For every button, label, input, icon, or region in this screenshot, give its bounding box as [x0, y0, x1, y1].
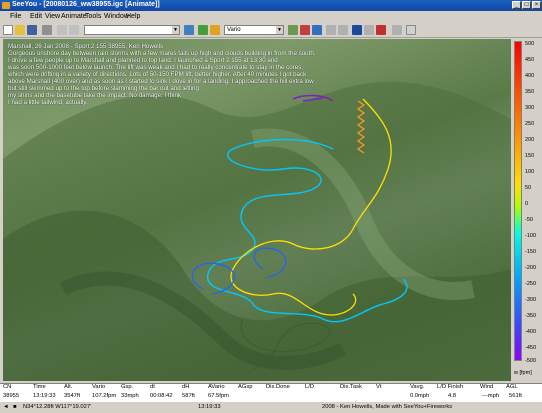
vario-select[interactable]: Vario ▼: [224, 25, 284, 35]
col-header: Vavg.: [410, 384, 425, 390]
col-header: Wind: [480, 384, 494, 390]
cell-wind: ---mph: [482, 393, 500, 399]
fast-forward-icon[interactable]: [392, 25, 402, 35]
copy-icon[interactable]: [69, 25, 79, 35]
cell-alt: 3547ft: [64, 393, 81, 399]
credit-text: 2008 - Ken Howells, Made with SeeYou+Fir…: [322, 404, 453, 410]
col-header: Time: [33, 384, 46, 390]
scale-tick: -200: [525, 265, 537, 271]
print-icon[interactable]: [42, 25, 52, 35]
scale-tick: 450: [525, 57, 535, 63]
scale-tick: -300: [525, 297, 537, 303]
title-bar: SeeYou - [20080126_ww38955.igc [Animate]…: [0, 0, 542, 11]
scale-tick: -400: [525, 329, 537, 335]
coordinates: N34°12.28ft W117°19.027': [23, 404, 92, 410]
minimize-button[interactable]: _: [512, 1, 521, 9]
save-icon[interactable]: [27, 25, 37, 35]
zoom-icon[interactable]: [184, 25, 194, 35]
cell-vavg: 0.0mph: [410, 393, 430, 399]
col-header: Gsp.: [121, 384, 134, 390]
scale-tick: -250: [525, 281, 537, 287]
bottom-bar: ◄ ■ N34°12.28ft W117°19.027' 13:19:33 20…: [0, 401, 542, 413]
col-header: dt: [150, 384, 155, 390]
step-forward-icon[interactable]: [364, 25, 374, 35]
view3d-icon[interactable]: [312, 25, 322, 35]
scale-tick: -500: [525, 358, 537, 364]
col-header: Dis.Task: [340, 384, 362, 390]
scale-tick: 100: [525, 169, 535, 175]
scale-tick: -350: [525, 313, 537, 319]
menu-animate[interactable]: Animate: [61, 13, 87, 20]
scale-tick: 0: [525, 201, 529, 207]
status-grid: CN Time Alt. Vario Gsp. dt dH AVario AGs…: [0, 383, 542, 402]
close-button[interactable]: ×: [532, 1, 541, 9]
col-header: AVario: [208, 384, 225, 390]
scale-tick: 200: [525, 137, 535, 143]
col-header: Dis.Done: [266, 384, 290, 390]
menu-view[interactable]: View: [45, 13, 60, 20]
toolbar: ▼ Vario ▼: [0, 22, 542, 38]
scale-tick: 250: [525, 121, 535, 127]
cell-ld-finish: 4.8: [448, 393, 457, 399]
scale-tick: -100: [525, 233, 537, 239]
terrain-icon[interactable]: [288, 25, 298, 35]
col-header: dH: [182, 384, 190, 390]
menu-edit[interactable]: Edit: [30, 13, 42, 20]
flight-description: Marshall, 26 Jan 2008 - Sport 2 155 3895…: [8, 43, 316, 106]
scale-tick: 500: [525, 41, 535, 47]
scale-unit: w [fpm]: [514, 370, 532, 376]
stop-icon[interactable]: [376, 25, 386, 35]
menu-bar: File Edit View Animate Tools Window Help: [0, 11, 542, 22]
flight-icon[interactable]: [210, 25, 220, 35]
menu-tools[interactable]: Tools: [85, 13, 101, 20]
scale-tick: -450: [525, 345, 537, 351]
col-header: L/D: [305, 384, 315, 390]
rewind-icon[interactable]: [326, 25, 336, 35]
open-icon[interactable]: [15, 25, 25, 35]
scale-tick: 300: [525, 105, 535, 111]
scale-tick: 350: [525, 89, 535, 95]
scale-tick: -150: [525, 249, 537, 255]
col-header: Vario: [92, 384, 106, 390]
maximize-button[interactable]: □: [522, 1, 531, 9]
app-icon: [2, 2, 10, 9]
current-time: 13:19:33: [198, 404, 221, 410]
map-icon[interactable]: [198, 25, 208, 35]
cell-dt: 00:08:42: [150, 393, 173, 399]
scale-tick: 150: [525, 153, 535, 159]
menu-help[interactable]: Help: [126, 13, 140, 20]
scale-tick: 400: [525, 73, 535, 79]
pause-icon[interactable]: [352, 25, 362, 35]
step-back-icon[interactable]: [338, 25, 348, 35]
cell-time: 13:19:33: [33, 393, 56, 399]
play-icon[interactable]: ◄: [3, 404, 9, 410]
cell-dh: 587ft: [182, 393, 195, 399]
col-header: Vt: [376, 384, 382, 390]
col-header: Alt.: [64, 384, 73, 390]
pause-small-icon[interactable]: ■: [13, 404, 17, 410]
col-header: AGL: [506, 384, 518, 390]
vario-color-scale: [514, 41, 522, 361]
scale-tick: -50: [525, 217, 533, 223]
layer-select[interactable]: ▼: [84, 25, 180, 35]
cell-agl: 561ft: [509, 393, 522, 399]
3d-terrain-view[interactable]: Marshall, 26 Jan 2008 - Sport 2 155 3895…: [3, 39, 511, 381]
new-icon[interactable]: [3, 25, 13, 35]
cut-icon[interactable]: [57, 25, 67, 35]
cell-gsp: 33mph: [121, 393, 139, 399]
marker-icon[interactable]: [300, 25, 310, 35]
cell-cn: 38955: [3, 393, 20, 399]
window-title: SeeYou - [20080126_ww38955.igc [Animate]…: [12, 1, 160, 8]
cell-vario: 107.2fpm: [92, 393, 117, 399]
menu-file[interactable]: File: [10, 13, 21, 20]
settings-icon[interactable]: [406, 25, 416, 35]
cell-avario: 67.5fpm: [208, 393, 229, 399]
scale-tick: 50: [525, 185, 532, 191]
col-header: L/D Finish: [437, 384, 464, 390]
col-header: AGsp: [238, 384, 253, 390]
col-header: CN: [3, 384, 12, 390]
